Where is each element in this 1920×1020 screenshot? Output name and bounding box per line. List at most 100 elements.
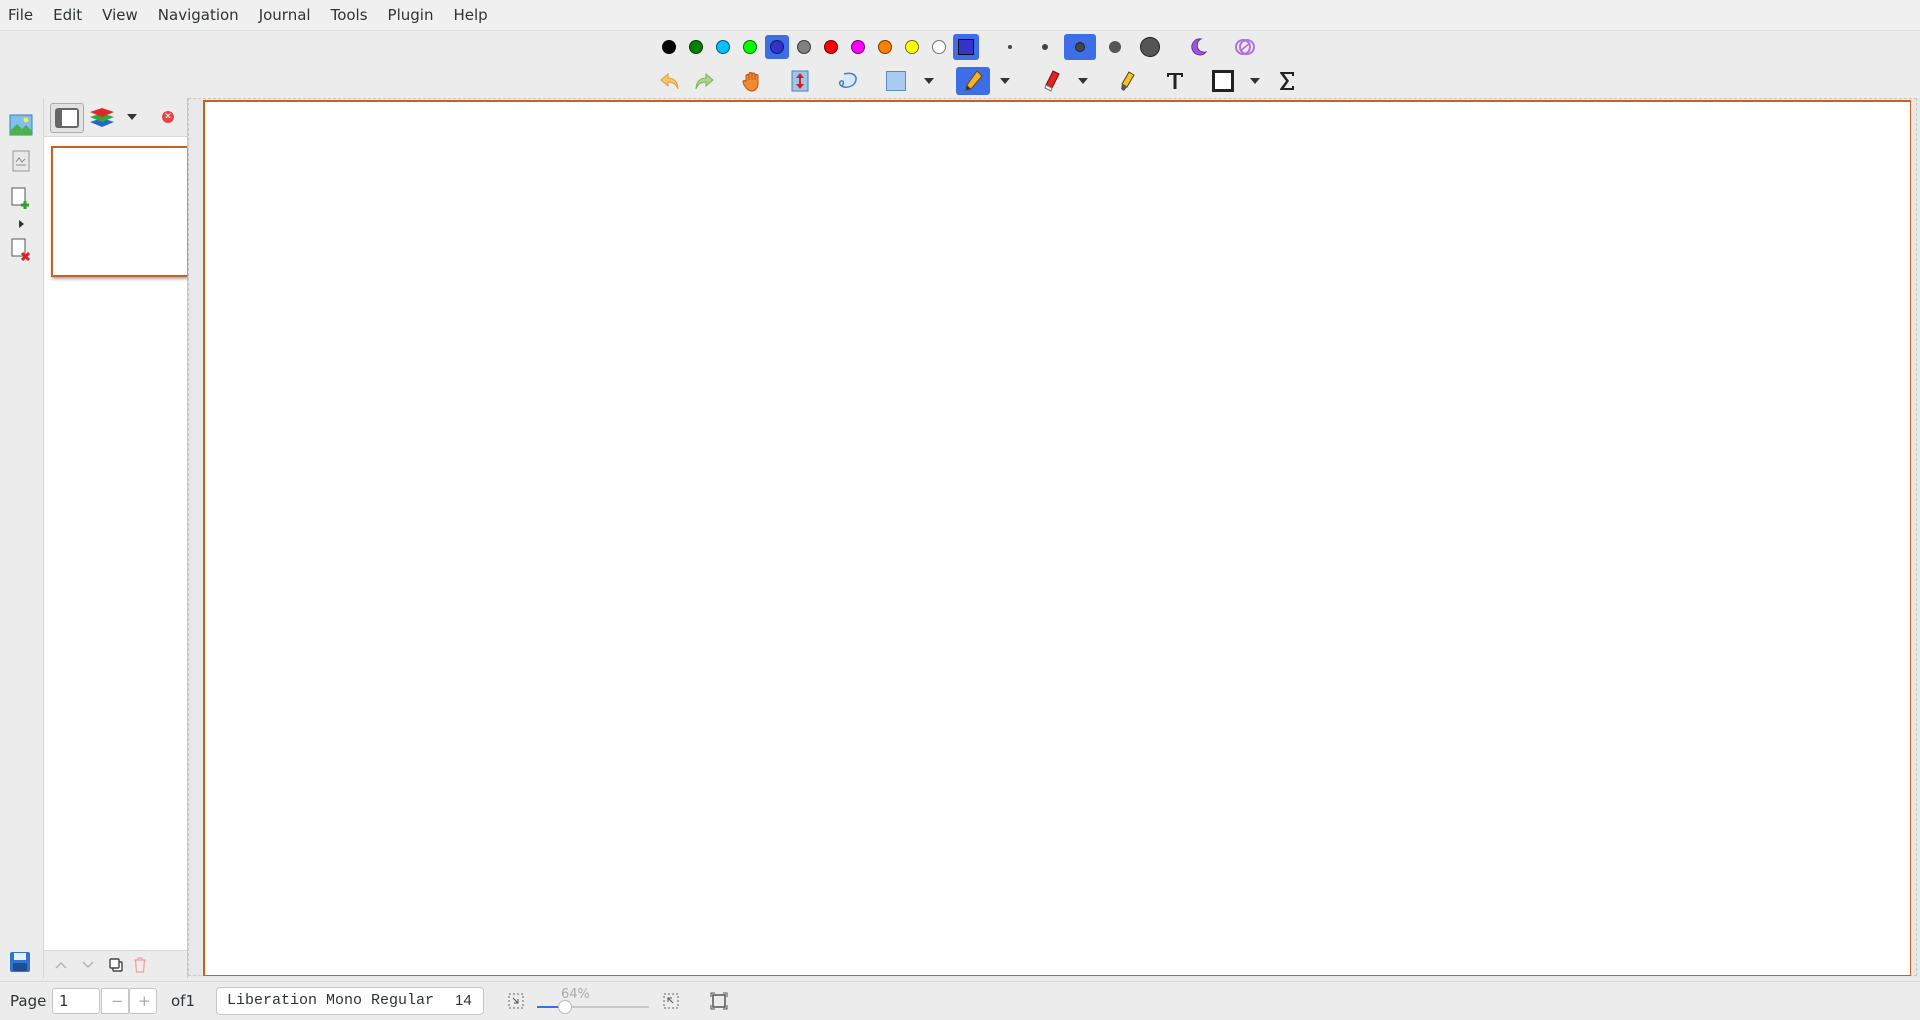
text-tool-button[interactable] (1161, 67, 1189, 95)
menu-help[interactable]: Help (443, 0, 497, 30)
pen-icon (965, 70, 983, 91)
color-swatch-button[interactable] (765, 35, 789, 59)
pen-tool-dropdown[interactable] (991, 67, 1019, 95)
rect-select-button[interactable] (882, 67, 910, 95)
page-delete-icon (11, 238, 31, 262)
page-count-label: of1 (171, 992, 196, 1010)
color-swatch-button[interactable] (684, 35, 708, 59)
zoom-fit-in-icon (663, 993, 679, 1009)
pen-tool-button[interactable] (956, 67, 990, 95)
color-swatch-icon (932, 40, 946, 54)
zoom-fit-button[interactable] (708, 990, 730, 1012)
color-swatch-button[interactable] (792, 35, 816, 59)
move-page-down-button[interactable] (77, 954, 99, 976)
dot-big-icon (1109, 41, 1121, 53)
fill-icon (1191, 38, 1208, 56)
save-icon (10, 952, 30, 972)
menu-view[interactable]: View (92, 0, 148, 30)
color-swatch-button[interactable] (819, 35, 843, 59)
color-swatch-button[interactable] (738, 35, 762, 59)
undo-button[interactable] (656, 67, 684, 95)
save-button[interactable] (5, 947, 35, 977)
vertical-space-button[interactable] (786, 67, 814, 95)
zoom-out-button[interactable] (505, 990, 527, 1012)
hand-tool-button[interactable] (738, 67, 766, 95)
layers-tab[interactable] (87, 103, 117, 131)
fill-opacity-icon (1235, 39, 1255, 55)
sidebar-view-dropdown[interactable] (122, 107, 142, 127)
color-swatch-button[interactable] (900, 35, 924, 59)
color-swatch-icon (824, 40, 838, 54)
insert-image-button[interactable] (7, 111, 35, 139)
menu-journal[interactable]: Journal (249, 0, 321, 30)
rect-select-icon (886, 71, 906, 91)
color-swatch-icon (662, 40, 676, 54)
menu-edit[interactable]: Edit (43, 0, 92, 30)
zoom-slider[interactable]: 64% (537, 987, 649, 1014)
size-very-fine-button[interactable] (998, 34, 1022, 60)
redo-button[interactable] (690, 67, 718, 95)
expand-pages-toggle[interactable] (13, 216, 29, 232)
page-number-input[interactable]: 1 (52, 988, 100, 1014)
highlighter-icon (1121, 71, 1135, 91)
menu-navigation[interactable]: Navigation (148, 0, 249, 30)
lasso-select-button[interactable] (834, 67, 862, 95)
redo-icon (695, 72, 714, 90)
zoom-in-button[interactable] (660, 990, 682, 1012)
size-medium-button[interactable] (1064, 34, 1096, 60)
size-very-thick-button[interactable] (1136, 34, 1164, 60)
page-increment-button[interactable]: + (129, 988, 157, 1014)
journal-page[interactable] (203, 100, 1911, 976)
color-toolbar (0, 31, 1920, 63)
color-swatch-icon (905, 40, 919, 54)
font-size: 14 (455, 992, 472, 1009)
color-swatch-button[interactable] (873, 35, 897, 59)
move-page-up-button[interactable] (50, 954, 72, 976)
color-swatch-button[interactable] (657, 35, 681, 59)
zoom-slider-handle[interactable] (558, 1000, 572, 1014)
copy-page-button[interactable] (105, 954, 127, 976)
tools-toolbar (0, 63, 1920, 98)
page-label: Page (10, 992, 47, 1010)
delete-page-button[interactable] (7, 236, 35, 264)
fill-opacity-button[interactable] (1231, 34, 1259, 60)
font-selector-button[interactable]: Liberation Mono Regular 14 (216, 987, 484, 1015)
highlighter-tool-button[interactable] (1113, 67, 1141, 95)
menu-tools[interactable]: Tools (321, 0, 378, 30)
color-swatch-icon (689, 40, 703, 54)
menu-file[interactable]: File (0, 0, 43, 30)
close-sidebar-button[interactable]: ✕ (159, 108, 177, 126)
page-preview-tab[interactable] (50, 103, 84, 133)
size-fine-button[interactable] (1033, 34, 1057, 60)
eraser-tool-button[interactable] (1037, 67, 1065, 95)
shape-tool-dropdown[interactable] (1241, 67, 1269, 95)
page-decrement-button[interactable]: − (101, 988, 129, 1014)
fill-button[interactable] (1184, 34, 1212, 60)
text-icon (1167, 73, 1183, 89)
shape-icon (1212, 70, 1234, 92)
chevron-down-icon (1250, 78, 1260, 84)
color-swatch-button[interactable] (711, 35, 735, 59)
color-chooser-button[interactable] (953, 34, 979, 60)
size-thick-button[interactable] (1103, 34, 1127, 60)
select-tool-dropdown[interactable] (915, 67, 943, 95)
page-thumbnail[interactable] (51, 146, 187, 277)
shape-tool-button[interactable] (1209, 67, 1237, 95)
page-add-icon (11, 187, 29, 209)
close-icon: ✕ (162, 111, 174, 123)
copy-icon (109, 958, 123, 972)
delete-page-sidebar-button[interactable] (129, 954, 151, 976)
eraser-tool-dropdown[interactable] (1069, 67, 1097, 95)
color-swatch-button[interactable] (927, 35, 951, 59)
color-swatch-icon (797, 40, 811, 54)
color-swatch-button[interactable] (846, 35, 870, 59)
math-tex-button[interactable] (1273, 67, 1301, 95)
insert-page-button[interactable] (7, 185, 35, 213)
zoom-fit-out-icon (508, 993, 524, 1009)
lasso-select-icon (839, 72, 857, 88)
menu-plugin[interactable]: Plugin (378, 0, 444, 30)
page-number-value: 1 (59, 992, 69, 1010)
color-swatch-icon (878, 40, 892, 54)
page-background-button[interactable] (7, 147, 35, 175)
color-swatch-icon (743, 40, 757, 54)
